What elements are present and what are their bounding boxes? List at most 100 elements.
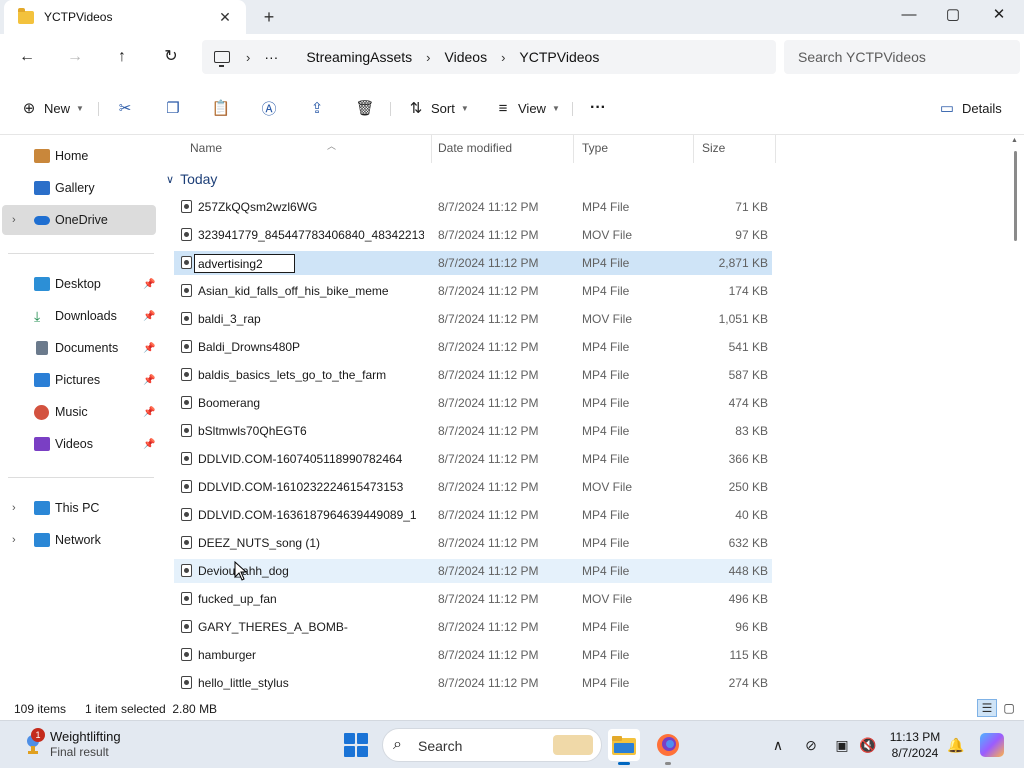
file-type: MP4 File [582, 368, 630, 382]
copy-icon: ❐ [166, 100, 180, 117]
sidebar-item-onedrive[interactable]: › OneDrive [2, 205, 156, 235]
file-row[interactable]: 8/7/2024 11:12 PM MP4 File 2,871 KB [174, 251, 772, 275]
sidebar-item-pictures[interactable]: Pictures 📌 [2, 365, 156, 395]
file-row[interactable]: 323941779_845447783406840_4834221391... 8… [174, 223, 772, 247]
file-row[interactable]: Baldi_Drowns480P 8/7/2024 11:12 PM MP4 Fil… [174, 335, 772, 359]
tab-close-icon[interactable]: ✕ [216, 8, 234, 26]
sidebar-item-gallery[interactable]: Gallery [2, 173, 156, 203]
file-name: Asian_kid_falls_off_his_bike_meme [198, 284, 389, 298]
copy-button[interactable]: ❐ [164, 96, 188, 120]
up-arrow-icon[interactable]: ↑ [110, 46, 134, 68]
breadcrumb-item[interactable]: YCTPVideos [519, 49, 599, 65]
new-tab-button[interactable]: + [258, 6, 280, 28]
share-button[interactable]: ⇪ [308, 96, 332, 120]
close-window-button[interactable]: ✕ [976, 0, 1022, 30]
view-button[interactable]: ≡ View ▼ [494, 96, 560, 120]
group-header-today[interactable]: ∨ Today [166, 169, 217, 189]
file-row[interactable]: hello_little_stylus 8/7/2024 11:12 PM MP4 … [174, 671, 772, 695]
file-row[interactable]: 257ZkQQsm2wzl6WG 8/7/2024 11:12 PM MP4 Fil… [174, 195, 772, 219]
breadcrumb-item[interactable]: Videos [445, 49, 488, 65]
file-row[interactable]: GARY_THERES_A_BOMB- 8/7/2024 11:12 PM MP4 … [174, 615, 772, 639]
maximize-button[interactable]: ▢ [930, 0, 976, 30]
rename-button[interactable]: Ⓐ [260, 96, 284, 120]
scroll-up-icon[interactable]: ▲ [1011, 137, 1018, 144]
sidebar-item-desktop[interactable]: Desktop 📌 [2, 269, 156, 299]
details-view-toggle[interactable]: ☰ [977, 699, 997, 717]
column-header-size[interactable]: Size [694, 135, 776, 163]
video-file-icon [181, 396, 192, 409]
more-options-button[interactable]: ··· [590, 96, 606, 120]
file-row[interactable]: DEEZ_NUTS_song (1) 8/7/2024 11:12 PM MP4 F… [174, 531, 772, 555]
back-arrow-icon[interactable]: ← [15, 46, 39, 68]
start-button[interactable] [344, 733, 368, 757]
file-row[interactable]: DDLVID.COM-1610232224615473153 8/7/2024 1… [174, 475, 772, 499]
firefox-taskbar-icon[interactable] [652, 729, 684, 765]
paste-button[interactable]: 📋 [212, 96, 236, 120]
delete-button[interactable]: 🗑 [355, 96, 380, 120]
file-row[interactable]: fucked_up_fan 8/7/2024 11:12 PM MOV File 49… [174, 587, 772, 611]
taskbar-search[interactable]: ⌕ Search [382, 728, 602, 762]
widgets-button[interactable]: 1 Weightlifting Final result [22, 727, 162, 763]
network-off-icon[interactable]: ⊘ [801, 735, 821, 755]
chevron-right-icon[interactable]: › [12, 534, 16, 546]
forward-arrow-icon[interactable]: → [63, 46, 87, 68]
file-row[interactable]: DDLVID.COM-1636187964639449089_1 8/7/2024… [174, 503, 772, 527]
pin-icon[interactable]: 📌 [143, 343, 155, 354]
pin-icon[interactable]: 📌 [143, 279, 155, 290]
column-header-name[interactable]: ︿ Name [182, 135, 432, 163]
file-row[interactable]: Deviou_ahh_dog 8/7/2024 11:12 PM MP4 File 4… [174, 559, 772, 583]
folder-icon [18, 7, 34, 24]
new-button[interactable]: ⊕ New ▼ [20, 96, 84, 120]
chevron-down-icon: ▼ [460, 103, 469, 113]
chevron-right-icon[interactable]: › [12, 502, 16, 514]
address-bar[interactable]: › ··· StreamingAssets › Videos › YCTPVid… [202, 40, 776, 74]
sidebar-item-music[interactable]: Music 📌 [2, 397, 156, 427]
file-row[interactable]: DDLVID.COM-1607405118990782464 8/7/2024 1… [174, 447, 772, 471]
sidebar-item-home[interactable]: Home [2, 141, 156, 171]
folder-icon [612, 736, 636, 755]
chevron-right-icon[interactable]: › [426, 50, 430, 65]
sidebar-item-documents[interactable]: Documents 📌 [2, 333, 156, 363]
file-row[interactable]: Boomerang 8/7/2024 11:12 PM MP4 File 474 KB [174, 391, 772, 415]
breadcrumb-item[interactable]: StreamingAssets [306, 49, 412, 65]
vertical-scrollbar[interactable] [1014, 151, 1017, 241]
sidebar-item-downloads[interactable]: ⤓ Downloads 📌 [2, 301, 156, 331]
search-input[interactable]: Search YCTPVideos [784, 40, 1020, 74]
file-row[interactable]: baldis_basics_lets_go_to_the_farm 8/7/202… [174, 363, 772, 387]
chevron-right-icon[interactable]: › [246, 50, 250, 65]
sidebar-item-network[interactable]: › Network [2, 525, 156, 555]
breadcrumb-overflow[interactable]: ··· [264, 49, 278, 65]
pin-icon[interactable]: 📌 [143, 375, 155, 386]
file-row[interactable]: hamburger 8/7/2024 11:12 PM MP4 File 115 KB [174, 643, 772, 667]
file-row[interactable]: baldi_3_rap 8/7/2024 11:12 PM MOV File 1,05… [174, 307, 772, 331]
chevron-right-icon[interactable]: › [12, 214, 16, 226]
file-row[interactable]: Asian_kid_falls_off_his_bike_meme 8/7/202… [174, 279, 772, 303]
volume-muted-icon[interactable]: 🔇 [858, 735, 878, 755]
pin-icon[interactable]: 📌 [143, 407, 155, 418]
column-header-date[interactable]: Date modified [430, 135, 574, 163]
tiles-view-toggle[interactable]: ▢ [999, 699, 1019, 717]
pin-icon[interactable]: 📌 [143, 311, 155, 322]
sort-ascending-icon: ︿ [327, 141, 337, 151]
window-tab[interactable]: YCTPVideos ✕ [4, 0, 246, 34]
copilot-icon[interactable] [980, 733, 1004, 757]
bell-icon[interactable]: 🔔 [946, 735, 966, 755]
file-row[interactable]: bSltmwls70QhEGT6 8/7/2024 11:12 PM MP4 Fil… [174, 419, 772, 443]
cut-button[interactable]: ✂ [116, 96, 140, 120]
sidebar-item-this-pc[interactable]: › This PC [2, 493, 156, 523]
column-header-type[interactable]: Type [574, 135, 694, 163]
sidebar-item-videos[interactable]: Videos 📌 [2, 429, 156, 459]
sort-button[interactable]: ⇅ Sort ▼ [407, 96, 469, 120]
rename-input[interactable] [194, 254, 295, 273]
file-size: 448 KB [728, 564, 768, 578]
display-icon[interactable]: ▣ [832, 735, 852, 755]
pin-icon[interactable]: 📌 [143, 439, 155, 450]
details-button[interactable]: ▭ Details [938, 96, 1002, 120]
clipboard-icon: 📋 [211, 100, 231, 117]
chevron-right-icon[interactable]: › [501, 50, 505, 65]
chevron-up-icon[interactable]: ∧ [768, 735, 788, 755]
file-explorer-taskbar-icon[interactable] [608, 729, 640, 765]
refresh-icon[interactable]: ↻ [159, 46, 183, 68]
system-clock[interactable]: 11:13 PM 8/7/2024 [880, 729, 950, 761]
minimize-button[interactable]: — [886, 0, 932, 30]
